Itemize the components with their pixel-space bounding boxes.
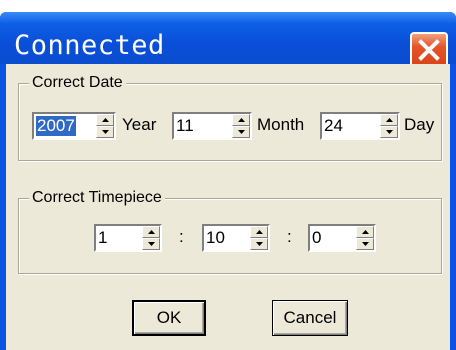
second-spinner[interactable]: 0 <box>308 224 376 252</box>
title-bar[interactable]: Connected <box>0 12 456 68</box>
minute-down-button[interactable] <box>250 238 268 250</box>
day-value[interactable]: 24 <box>324 116 343 136</box>
month-label: Month <box>257 115 305 134</box>
year-down-button[interactable] <box>96 126 114 138</box>
hour-down-button[interactable] <box>142 238 160 250</box>
hour-up-button[interactable] <box>142 226 160 238</box>
date-group-label: Correct Date <box>29 74 126 92</box>
dialog-body: Correct Date 2007 Year 11 Month 24 Day C… <box>6 64 450 350</box>
minute-up-button[interactable] <box>250 226 268 238</box>
window-title: Connected <box>14 30 165 61</box>
cancel-button-label: Cancel <box>283 308 337 327</box>
ok-button-label: OK <box>156 308 182 327</box>
hour-spinner[interactable]: 1 <box>94 224 162 252</box>
second-up-button[interactable] <box>356 226 374 238</box>
day-up-button[interactable] <box>380 114 398 126</box>
month-down-button[interactable] <box>232 126 250 138</box>
day-spinner[interactable]: 24 <box>320 112 400 140</box>
month-up-button[interactable] <box>232 114 250 126</box>
second-value[interactable]: 0 <box>312 228 321 248</box>
day-label: Day <box>404 115 435 134</box>
month-spinner[interactable]: 11 <box>172 112 252 140</box>
year-value[interactable]: 2007 <box>36 116 76 136</box>
second-down-button[interactable] <box>356 238 374 250</box>
year-spinner[interactable]: 2007 <box>32 112 116 140</box>
minute-spinner[interactable]: 10 <box>202 224 270 252</box>
ok-button[interactable]: OK <box>132 300 206 336</box>
minute-value[interactable]: 10 <box>206 228 225 248</box>
close-button[interactable] <box>410 32 448 68</box>
year-up-button[interactable] <box>96 114 114 126</box>
cancel-button[interactable]: Cancel <box>272 300 348 336</box>
month-value[interactable]: 11 <box>176 116 194 136</box>
time-group-label: Correct Timepiece <box>29 189 165 207</box>
day-down-button[interactable] <box>380 126 398 138</box>
time-separator: : <box>179 227 184 246</box>
time-separator: : <box>287 227 292 246</box>
hour-value[interactable]: 1 <box>98 228 107 248</box>
year-label: Year <box>122 115 157 134</box>
